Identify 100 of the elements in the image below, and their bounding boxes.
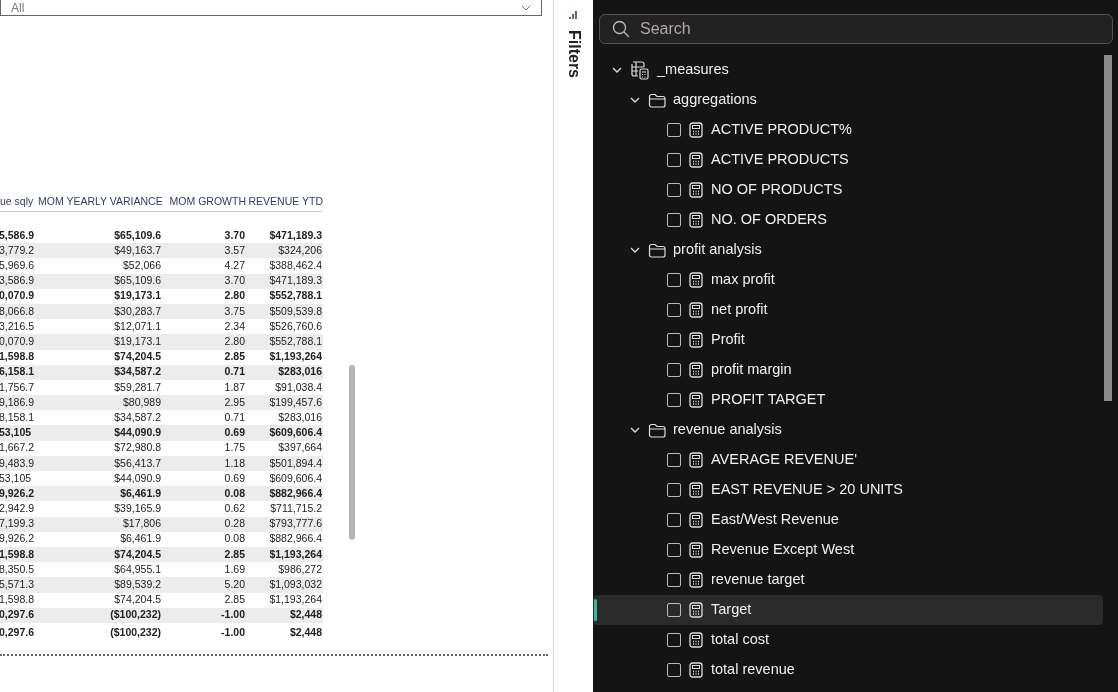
calculator-icon [689, 542, 703, 558]
table-cell-text: $59,281.7 [113, 379, 161, 395]
table-cell-text: $39,165.9 [113, 501, 161, 517]
field-item[interactable]: profit margin [593, 355, 1103, 385]
table-cell-text: $89,539.2 [113, 577, 161, 593]
table-cell-text: 1.69 [223, 561, 245, 577]
table-cell-text: 0,297.6 [0, 624, 34, 640]
table-cell-text: $49,163.7 [113, 242, 161, 258]
slicer-dropdown[interactable]: All [0, 0, 542, 16]
table-cell-text: $793,777.6 [268, 516, 322, 532]
field-item[interactable]: AVERAGE REVENUE' [593, 445, 1103, 475]
tree-node[interactable]: profit analysis [593, 235, 1118, 265]
checkbox[interactable] [667, 123, 681, 137]
field-item[interactable]: Target [593, 595, 1103, 625]
field-item[interactable]: total cost [593, 625, 1103, 655]
table-cell-text: $56,413.7 [113, 455, 161, 471]
field-item[interactable]: net profit [593, 295, 1103, 325]
field-item[interactable]: NO OF PRODUCTS [593, 175, 1103, 205]
folder-icon [648, 422, 666, 438]
field-item[interactable]: Revenue Except West [593, 535, 1103, 565]
field-item[interactable]: ACTIVE PRODUCT% [593, 115, 1103, 145]
checkbox[interactable] [667, 273, 681, 287]
table-cell-text: $74,204.5 [113, 546, 161, 562]
search-field[interactable]: Search [599, 14, 1113, 44]
field-item[interactable]: max profit [593, 265, 1103, 295]
column-header[interactable]: REVENUE YTD [246, 194, 323, 210]
table-cell-text: $1,193,264 [268, 592, 322, 608]
tree-node[interactable]: aggregations [593, 85, 1118, 115]
table-cell-text: $80,989 [122, 394, 161, 410]
filter-icon[interactable] [568, 10, 579, 20]
checkbox[interactable] [667, 363, 681, 377]
table-cell-text: $283,016 [277, 364, 322, 380]
table-cell-text: $283,016 [277, 409, 322, 425]
checkbox[interactable] [667, 513, 681, 527]
field-label: PROFIT TARGET [711, 390, 826, 410]
table-cell-text: 3.70 [223, 227, 245, 243]
field-label: total revenue [711, 660, 795, 680]
column-header[interactable]: ue sqly [0, 194, 38, 210]
scrollbar-thumb[interactable] [1104, 55, 1112, 401]
table-cell-text: 53,105 [0, 425, 33, 441]
checkbox[interactable] [667, 393, 681, 407]
table-cell-text: $65,109.6 [113, 273, 161, 289]
checkbox[interactable] [667, 453, 681, 467]
table-cell-text: $552,788.1 [268, 288, 322, 304]
field-item[interactable]: total revenue [593, 655, 1103, 685]
checkbox[interactable] [667, 663, 681, 677]
checkbox[interactable] [667, 633, 681, 647]
field-item[interactable]: ACTIVE PRODUCTS [593, 145, 1103, 175]
calculator-icon [689, 632, 703, 648]
field-label: Revenue Except West [711, 540, 855, 560]
field-item[interactable]: East/West Revenue [593, 505, 1103, 535]
table-cell-text: $30,283.7 [113, 303, 161, 319]
scrollbar-thumb[interactable] [349, 365, 355, 540]
filters-pane-label[interactable]: Filters [561, 30, 586, 78]
table-cell-text: $12,071.1 [113, 318, 161, 334]
tree-node[interactable]: _measures [593, 55, 1118, 85]
checkbox[interactable] [667, 303, 681, 317]
field-item[interactable]: Profit [593, 325, 1103, 355]
folder-icon [648, 92, 666, 108]
checkbox[interactable] [667, 333, 681, 347]
calculator-icon [689, 452, 703, 468]
checkbox[interactable] [667, 153, 681, 167]
checkbox[interactable] [667, 543, 681, 557]
table-cell-text: 1,756.7 [0, 379, 34, 395]
table-cell: 1,598.8 [0, 349, 34, 365]
table-cell-text: 2.85 [223, 592, 245, 608]
slicer-value: All [11, 1, 25, 14]
table-cell-text: $34,587.2 [113, 409, 161, 425]
table-cell-text: 7,199.3 [0, 516, 34, 532]
field-item[interactable]: NO. OF ORDERS [593, 205, 1103, 235]
table-cell-text: 1,667.2 [0, 440, 34, 456]
checkbox[interactable] [667, 183, 681, 197]
node-label: _measures [657, 60, 729, 80]
table-cell-text: 3.57 [223, 242, 245, 258]
table-cell-text: $52,066 [122, 258, 161, 274]
table-cell-text: 9,926.2 [0, 485, 34, 501]
table-cell-text: 0.71 [223, 364, 245, 380]
table-cell-text: $609,606.4 [268, 425, 322, 441]
table-cell-text: 1.87 [223, 379, 245, 395]
field-item[interactable]: EAST REVENUE > 20 UNITS [593, 475, 1103, 505]
calculator-icon [689, 302, 703, 318]
field-label: profit margin [711, 360, 792, 380]
table-cell-text: $986,272 [277, 561, 322, 577]
column-header[interactable]: MOM YEARLY VARIANCE [38, 194, 162, 210]
table-cell-text: 3,586.9 [0, 273, 34, 289]
checkbox[interactable] [667, 573, 681, 587]
checkbox[interactable] [667, 213, 681, 227]
table-cell-text: $882,966.4 [268, 485, 322, 501]
table-cell-text: $471,189.3 [268, 227, 322, 243]
search-icon [612, 20, 630, 38]
tree-node[interactable]: revenue analysis [593, 415, 1118, 445]
column-header[interactable]: MOM GROWTH [162, 194, 246, 210]
field-item[interactable]: PROFIT TARGET [593, 385, 1103, 415]
checkbox[interactable] [667, 603, 681, 617]
field-label: AVERAGE REVENUE' [711, 450, 857, 470]
checkbox[interactable] [667, 483, 681, 497]
table-cell-text: 0.69 [223, 470, 245, 486]
table-cell: 0,070.9 [0, 334, 34, 350]
table-cell-text: 0.28 [223, 516, 245, 532]
field-item[interactable]: revenue target [593, 565, 1103, 595]
